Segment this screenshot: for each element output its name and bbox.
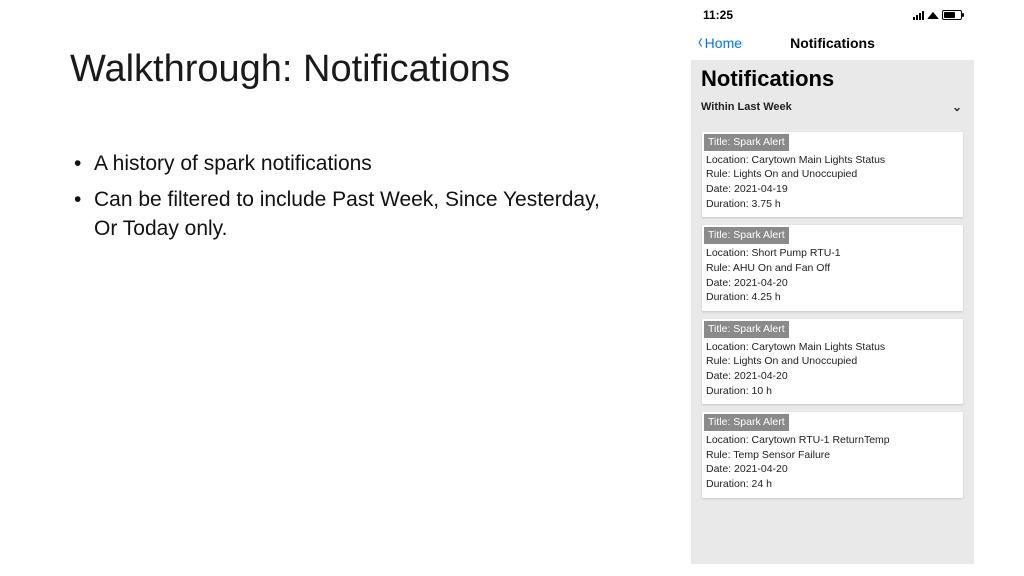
- filter-dropdown[interactable]: Within Last Week ⌄: [691, 94, 974, 120]
- card-duration: Duration: 24 h: [702, 477, 963, 492]
- slide-title: Walkthrough: Notifications: [70, 48, 510, 91]
- notification-card[interactable]: Title: Spark Alert Location: Carytown RTU…: [702, 412, 963, 497]
- status-icons: [913, 10, 962, 20]
- card-title: Title: Spark Alert: [704, 227, 789, 244]
- notification-card[interactable]: Title: Spark Alert Location: Short Pump R…: [702, 225, 963, 310]
- signal-icon: [913, 10, 924, 20]
- status-bar: 11:25: [691, 4, 974, 26]
- chevron-down-icon: ⌄: [952, 100, 962, 114]
- bullet-list: A history of spark notifications Can be …: [70, 150, 620, 251]
- nav-bar: ‹ Home Notifications: [691, 26, 974, 60]
- card-location: Location: Carytown Main Lights Status: [702, 153, 963, 168]
- page-title: Notifications: [701, 66, 964, 92]
- card-location: Location: Carytown Main Lights Status: [702, 340, 963, 355]
- notification-list: Title: Spark Alert Location: Carytown Mai…: [691, 120, 974, 510]
- chevron-left-icon: ‹: [698, 32, 703, 52]
- notification-card[interactable]: Title: Spark Alert Location: Carytown Mai…: [702, 319, 963, 404]
- scroll-view[interactable]: Notifications Within Last Week ⌄ Title: …: [691, 60, 974, 564]
- card-date: Date: 2021-04-20: [702, 276, 963, 291]
- phone-screenshot: 11:25 ‹ Home Notifications Notifications…: [691, 4, 974, 564]
- card-duration: Duration: 3.75 h: [702, 197, 963, 212]
- wifi-icon: [927, 11, 939, 18]
- card-date: Date: 2021-04-19: [702, 182, 963, 197]
- back-button[interactable]: ‹ Home: [697, 33, 742, 53]
- card-duration: Duration: 10 h: [702, 384, 963, 399]
- filter-label: Within Last Week: [701, 101, 792, 113]
- card-title: Title: Spark Alert: [704, 134, 789, 151]
- card-rule: Rule: Temp Sensor Failure: [702, 448, 963, 463]
- nav-title: Notifications: [790, 35, 875, 51]
- card-location: Location: Short Pump RTU-1: [702, 246, 963, 261]
- status-time: 11:25: [703, 8, 733, 22]
- card-date: Date: 2021-04-20: [702, 462, 963, 477]
- notification-card[interactable]: Title: Spark Alert Location: Carytown Mai…: [702, 132, 963, 217]
- card-title: Title: Spark Alert: [704, 321, 789, 338]
- bullet-item: Can be filtered to include Past Week, Si…: [70, 186, 620, 243]
- bullet-item: A history of spark notifications: [70, 150, 620, 178]
- card-date: Date: 2021-04-20: [702, 369, 963, 384]
- card-rule: Rule: Lights On and Unoccupied: [702, 167, 963, 182]
- card-location: Location: Carytown RTU-1 ReturnTemp: [702, 433, 963, 448]
- bullet-text: Can be filtered to include Past Week, Si…: [94, 188, 600, 239]
- page-header: Notifications: [691, 60, 974, 94]
- slide: Walkthrough: Notifications A history of …: [0, 0, 1024, 576]
- card-rule: Rule: Lights On and Unoccupied: [702, 354, 963, 369]
- card-title: Title: Spark Alert: [704, 414, 789, 431]
- card-duration: Duration: 4.25 h: [702, 290, 963, 305]
- battery-icon: [942, 10, 962, 20]
- back-label: Home: [705, 35, 742, 51]
- card-rule: Rule: AHU On and Fan Off: [702, 261, 963, 276]
